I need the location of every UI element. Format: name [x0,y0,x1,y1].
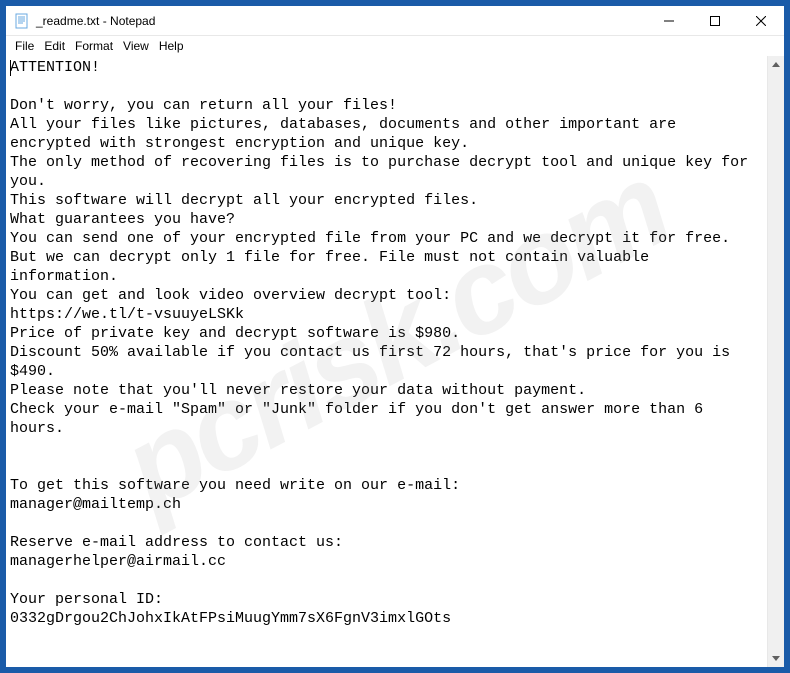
menu-edit[interactable]: Edit [39,36,70,56]
scroll-up-arrow[interactable] [768,56,784,73]
close-button[interactable] [738,6,784,36]
scroll-track[interactable] [768,73,784,650]
maximize-button[interactable] [692,6,738,36]
notepad-window: _readme.txt - Notepad File Edit Format V… [5,5,785,668]
menu-view[interactable]: View [118,36,154,56]
minimize-button[interactable] [646,6,692,36]
text-editor[interactable]: ATTENTION! Don't worry, you can return a… [6,56,767,667]
editor-wrap: ATTENTION! Don't worry, you can return a… [6,56,784,667]
notepad-icon [14,13,30,29]
vertical-scrollbar[interactable] [767,56,784,667]
menu-file[interactable]: File [10,36,39,56]
scroll-down-arrow[interactable] [768,650,784,667]
document-text: ATTENTION! Don't worry, you can return a… [10,59,757,627]
window-title: _readme.txt - Notepad [36,14,155,28]
menu-format[interactable]: Format [70,36,118,56]
menubar: File Edit Format View Help [6,36,784,56]
menu-help[interactable]: Help [154,36,189,56]
titlebar[interactable]: _readme.txt - Notepad [6,6,784,36]
